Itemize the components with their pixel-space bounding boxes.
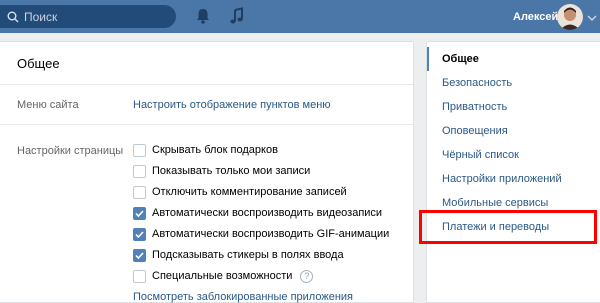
checkbox[interactable]: [133, 185, 146, 199]
option-autoplay-gif[interactable]: Автоматически воспроизводить GIF-анимаци…: [133, 226, 389, 242]
highlight-box: [419, 210, 597, 244]
top-bar: Алексей: [0, 0, 600, 33]
menu-item-general[interactable]: Общее: [427, 47, 600, 71]
question-icon[interactable]: ?: [300, 269, 314, 283]
bell-icon[interactable]: [195, 7, 211, 25]
checkbox[interactable]: [133, 164, 146, 178]
option-autoplay-video[interactable]: Автоматически воспроизводить видеозаписи: [133, 205, 382, 221]
search-icon: [2, 5, 24, 28]
checkmark-icon: [135, 209, 144, 217]
checkbox[interactable]: [133, 227, 146, 241]
checkmark-icon: [135, 230, 144, 238]
option-hide-gifts[interactable]: Скрывать блок подарков: [133, 142, 278, 158]
option-label: Отключить комментирование записей: [152, 186, 347, 198]
blocked-apps-link[interactable]: Посмотреть заблокированные приложения: [133, 291, 353, 303]
menu-item-blacklist[interactable]: Чёрный список: [427, 143, 600, 167]
username[interactable]: Алексей: [513, 11, 558, 23]
customize-menu-link[interactable]: Настроить отображение пунктов меню: [133, 99, 331, 111]
music-note-icon[interactable]: [229, 7, 245, 25]
option-label: Автоматически воспроизводить видеозаписи: [152, 207, 383, 219]
menu-item-app-settings[interactable]: Настройки приложений: [427, 167, 600, 191]
page-settings-label: Настройки страницы: [17, 145, 124, 157]
section-divider: [0, 124, 414, 125]
chevron-down-icon[interactable]: [587, 13, 597, 22]
avatar[interactable]: [557, 4, 583, 30]
menu-item-privacy[interactable]: Приватность: [427, 95, 600, 119]
option-label: Показывать только мои записи: [152, 165, 311, 177]
settings-menu: Общее Безопасность Приватность Оповещени…: [426, 41, 600, 303]
option-only-my-posts[interactable]: Показывать только мои записи: [133, 163, 310, 179]
site-menu-label: Меню сайта: [17, 99, 79, 111]
checkbox[interactable]: [133, 206, 146, 220]
option-label: Автоматически воспроизводить GIF-анимаци…: [152, 228, 390, 240]
page-title: Общее: [0, 42, 413, 85]
menu-item-notifications[interactable]: Оповещения: [427, 119, 600, 143]
checkmark-icon: [135, 251, 144, 259]
checkbox[interactable]: [133, 143, 146, 157]
checkbox[interactable]: [133, 269, 146, 283]
search-input[interactable]: [24, 9, 164, 24]
option-disable-comments[interactable]: Отключить комментирование записей: [133, 184, 347, 200]
search-box[interactable]: [0, 5, 176, 28]
settings-card: Общее Меню сайта Настроить отображение п…: [0, 41, 414, 303]
option-label: Подсказывать стикеры в полях ввода: [152, 249, 344, 261]
checkbox[interactable]: [133, 248, 146, 262]
option-accessibility[interactable]: Специальные возможности ?: [133, 268, 314, 284]
menu-item-security[interactable]: Безопасность: [427, 71, 600, 95]
option-label: Специальные возможности: [152, 270, 293, 282]
option-suggest-stickers[interactable]: Подсказывать стикеры в полях ввода: [133, 247, 344, 263]
option-label: Скрывать блок подарков: [152, 144, 278, 156]
